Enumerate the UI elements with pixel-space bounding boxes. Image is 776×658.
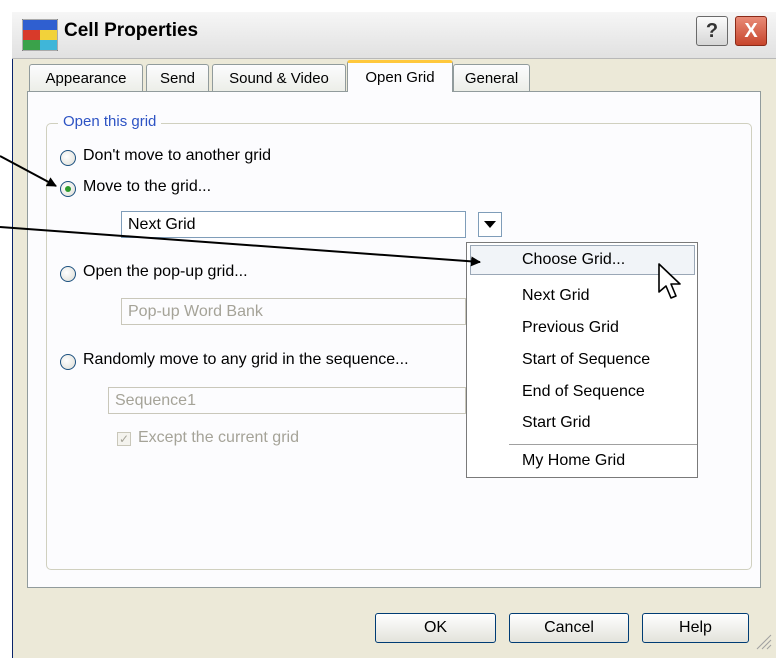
except-current-label: Except the current grid (138, 429, 299, 446)
radio-random-move-label[interactable]: Randomly move to any grid in the sequenc… (83, 351, 409, 369)
question-icon: ? (705, 19, 719, 42)
mouse-cursor-icon (658, 263, 681, 299)
popup-grid-value: Pop-up Word Bank (128, 302, 263, 320)
dropdown-item-start-grid[interactable]: Start Grid (522, 414, 590, 432)
tab-general[interactable]: General (453, 64, 530, 91)
radio-open-popup[interactable] (60, 266, 76, 282)
grid-select-value: Next Grid (128, 215, 196, 233)
dropdown-item-end-of-sequence[interactable]: End of Sequence (522, 383, 645, 401)
cancel-button[interactable]: Cancel (509, 613, 629, 643)
radio-random-move[interactable] (60, 354, 76, 370)
dropdown-item-choose-grid[interactable]: Choose Grid... (522, 251, 625, 269)
dropdown-item-next-grid[interactable]: Next Grid (522, 287, 590, 305)
tab-open-grid[interactable]: Open Grid (347, 60, 453, 92)
sequence-select[interactable]: Sequence1 (108, 387, 466, 414)
grid-select[interactable]: Next Grid (121, 211, 466, 238)
group-label: Open this grid (58, 113, 162, 130)
radio-dont-move-label[interactable]: Don't move to another grid (83, 147, 271, 165)
tab-sound-video[interactable]: Sound & Video (212, 64, 346, 91)
radio-move-to-grid-label[interactable]: Move to the grid... (83, 178, 211, 196)
popup-grid-select[interactable]: Pop-up Word Bank (121, 298, 466, 325)
app-icon (22, 19, 58, 51)
window-title: Cell Properties (64, 20, 199, 41)
ok-button[interactable]: OK (375, 613, 496, 643)
help-title-button[interactable]: ? (696, 16, 728, 46)
resize-grip-icon[interactable] (752, 630, 772, 650)
dropdown-separator (509, 444, 697, 445)
radio-dont-move[interactable] (60, 150, 76, 166)
dropdown-item-previous-grid[interactable]: Previous Grid (522, 319, 619, 337)
except-current-checkbox[interactable]: ✓ (117, 432, 131, 446)
grid-dropdown-button[interactable] (478, 212, 502, 237)
tab-appearance[interactable]: Appearance (29, 64, 143, 91)
sequence-value: Sequence1 (115, 391, 196, 409)
chevron-down-icon (484, 220, 496, 228)
radio-move-to-grid[interactable] (60, 181, 76, 197)
dropdown-item-my-home-grid[interactable]: My Home Grid (522, 452, 625, 470)
radio-open-popup-label[interactable]: Open the pop-up grid... (83, 263, 248, 281)
tab-send[interactable]: Send (146, 64, 209, 91)
close-icon: X (744, 19, 758, 42)
help-button[interactable]: Help (642, 613, 749, 643)
dropdown-gutter (467, 243, 507, 477)
close-button[interactable]: X (735, 16, 767, 46)
dropdown-item-start-of-sequence[interactable]: Start of Sequence (522, 351, 650, 369)
